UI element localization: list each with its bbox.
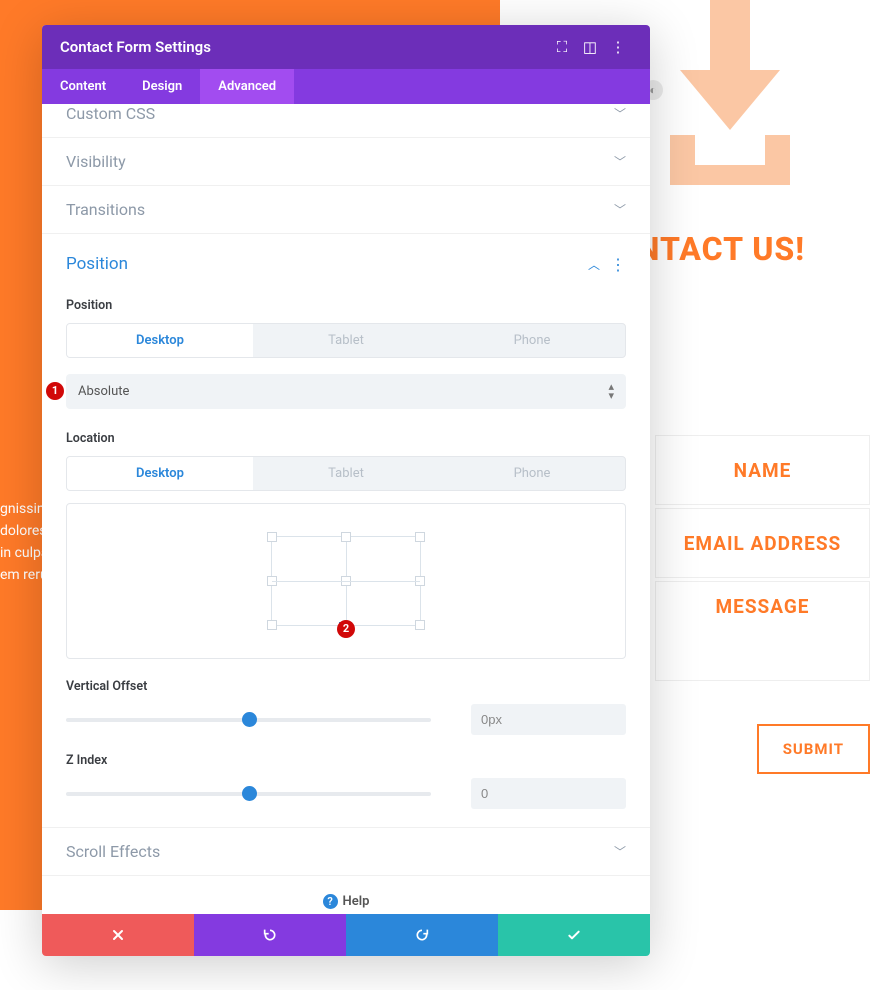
anchor-top-left[interactable] [267,532,277,542]
device-tab-phone[interactable]: Phone [439,457,625,490]
vertical-offset-label: Vertical Offset [66,679,626,694]
anchor-middle-left[interactable] [267,576,277,586]
tab-design[interactable]: Design [124,69,200,104]
anchor-middle-center[interactable] [341,576,351,586]
accordion-transitions[interactable]: Transitions ﹀ [42,186,650,234]
location-device-tabs: Desktop Tablet Phone [66,456,626,491]
undo-icon [262,927,278,943]
slider-thumb[interactable] [242,786,257,801]
modal-title: Contact Form Settings [60,38,548,56]
chevron-up-icon: ︿ [588,256,600,273]
settings-modal: Contact Form Settings ⛶ ◫ ⋮ Content Desi… [42,25,650,956]
device-tab-tablet[interactable]: Tablet [253,457,439,490]
device-tab-phone[interactable]: Phone [439,324,625,357]
chevron-down-icon: ﹀ [614,843,626,860]
anchor-bottom-left[interactable] [267,620,277,630]
accordion-visibility[interactable]: Visibility ﹀ [42,138,650,186]
chevron-down-icon: ﹀ [614,105,626,122]
select-chevron-icon: ▴▾ [608,382,614,400]
accordion-label: Custom CSS [66,104,155,123]
annotation-badge-2: 2 [337,620,355,638]
accordion-label: Visibility [66,152,126,171]
redo-button[interactable] [346,914,498,956]
position-select[interactable]: Absolute [66,374,626,409]
form-name-field[interactable]: NAME [655,435,870,505]
save-button[interactable] [498,914,650,956]
anchor-middle-right[interactable] [415,576,425,586]
chevron-down-icon: ﹀ [614,153,626,170]
position-device-tabs: Desktop Tablet Phone [66,323,626,358]
vertical-offset-slider[interactable] [66,718,431,722]
form-message-field[interactable]: MESSAGE [655,581,870,681]
accordion-scroll-effects[interactable]: Scroll Effects ﹀ [42,827,650,876]
tab-advanced[interactable]: Advanced [200,69,294,104]
device-tab-desktop[interactable]: Desktop [67,457,253,490]
kebab-menu-icon[interactable]: ⋮ [604,38,632,56]
anchor-bottom-right[interactable] [415,620,425,630]
location-grid [271,536,421,626]
section-options-icon[interactable]: ⋮ [610,255,626,274]
accordion-label: Position [66,254,128,274]
position-section: Position Desktop Tablet Phone 1 Absolute… [42,278,650,827]
vertical-offset-input[interactable] [471,704,626,735]
zindex-slider[interactable] [66,792,431,796]
modal-header: Contact Form Settings ⛶ ◫ ⋮ [42,25,650,69]
location-picker[interactable]: 2 [66,503,626,659]
expand-icon[interactable]: ⛶ [548,38,576,56]
tab-content[interactable]: Content [42,69,124,104]
zindex-input[interactable] [471,778,626,809]
anchor-top-right[interactable] [415,532,425,542]
accordion-label: Transitions [66,200,145,219]
annotation-badge-1: 1 [46,382,64,400]
device-tab-tablet[interactable]: Tablet [253,324,439,357]
accordion-label: Scroll Effects [66,842,160,861]
zindex-label: Z Index [66,753,626,768]
modal-tabs: Content Design Advanced [42,69,650,104]
help-icon: ? [323,894,338,909]
page-contact-form: NAME EMAIL ADDRESS MESSAGE SUBMIT [655,435,870,774]
modal-footer [42,914,650,956]
device-tab-desktop[interactable]: Desktop [67,324,253,357]
form-email-field[interactable]: EMAIL ADDRESS [655,508,870,578]
position-select-wrap: 1 Absolute ▴▾ [66,374,626,409]
accordion-custom-css[interactable]: Custom CSS ﹀ [42,104,650,138]
cancel-button[interactable] [42,914,194,956]
redo-icon [414,927,430,943]
form-submit-button[interactable]: SUBMIT [757,724,870,774]
slider-thumb[interactable] [242,712,257,727]
position-field-label: Position [66,298,626,313]
location-field-label: Location [66,431,626,446]
help-link[interactable]: ?Help [42,876,650,914]
close-icon [110,927,126,943]
accordion-position[interactable]: Position ︿ ⋮ [42,234,650,278]
chevron-down-icon: ﹀ [614,201,626,218]
undo-button[interactable] [194,914,346,956]
download-arrow-icon [660,0,800,190]
modal-body: Custom CSS ﹀ Visibility ﹀ Transitions ﹀ … [42,104,650,914]
anchor-top-center[interactable] [341,532,351,542]
column-layout-icon[interactable]: ◫ [576,38,604,56]
check-icon [566,927,582,943]
